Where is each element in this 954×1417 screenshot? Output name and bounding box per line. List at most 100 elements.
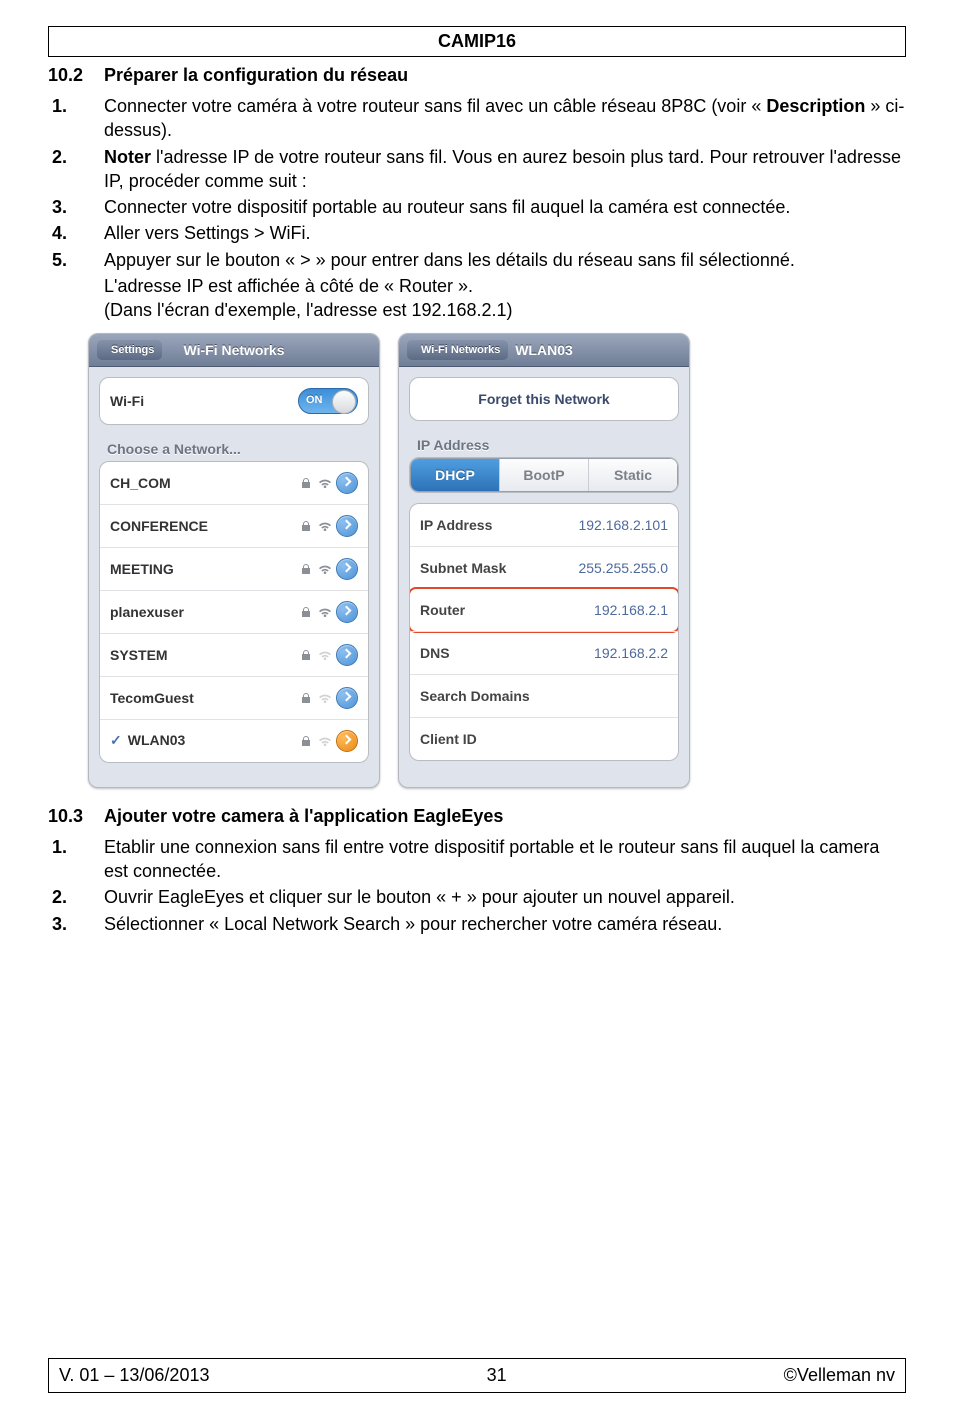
wifi-signal-icon (318, 692, 330, 704)
section-title: Ajouter votre camera à l'application Eag… (104, 806, 503, 826)
wifi-signal-icon (318, 563, 330, 575)
step-item: 2.Ouvrir EagleEyes et cliquer sur le bou… (100, 885, 906, 909)
network-row[interactable]: planexuser (100, 590, 368, 633)
step-number: 2. (52, 885, 67, 909)
network-name: planexuser (110, 604, 184, 620)
choose-network-label: Choose a Network... (99, 435, 369, 461)
step-text: Aller vers Settings > WiFi. (104, 223, 311, 243)
screenshots-row: Settings Wi-Fi Networks Wi-Fi ON Choose … (88, 333, 906, 788)
network-detail-panel: Wi-Fi Networks WLAN03 Forget this Networ… (398, 333, 690, 788)
network-meta (300, 687, 358, 709)
network-row[interactable]: WLAN03 (100, 719, 368, 762)
step-text: Noter l'adresse IP de votre routeur sans… (104, 147, 901, 191)
disclosure-icon[interactable] (336, 644, 358, 666)
lock-icon (300, 692, 312, 704)
step-item: 1.Etablir une connexion sans fil entre v… (100, 835, 906, 884)
search-domains-row: Search Domains (410, 674, 678, 717)
section-number: 10.3 (48, 806, 104, 827)
step-item: 4.Aller vers Settings > WiFi. (100, 221, 906, 245)
network-meta (300, 644, 358, 666)
section-10-3-heading: 10.3Ajouter votre camera à l'application… (48, 806, 906, 827)
wifi-toggle[interactable]: ON (298, 388, 358, 414)
wifi-networks-panel: Settings Wi-Fi Networks Wi-Fi ON Choose … (88, 333, 380, 788)
wifi-signal-icon (318, 735, 330, 747)
step-number: 5. (52, 248, 67, 272)
router-note-line1: L'adresse IP est affichée à côté de « Ro… (104, 274, 906, 298)
disclosure-icon[interactable] (336, 472, 358, 494)
ip-address-row: IP Address 192.168.2.101 (410, 504, 678, 546)
wifi-label: Wi-Fi (110, 393, 144, 409)
network-name: CH_COM (110, 475, 171, 491)
step-number: 3. (52, 195, 67, 219)
tab-static[interactable]: Static (588, 459, 677, 491)
forget-network-button[interactable]: Forget this Network (410, 378, 678, 420)
wifi-toggle-row: Wi-Fi ON (100, 378, 368, 424)
back-button-settings[interactable]: Settings (97, 340, 162, 360)
step-number: 3. (52, 912, 67, 936)
step-item: 2.Noter l'adresse IP de votre routeur sa… (100, 145, 906, 194)
disclosure-icon[interactable] (336, 730, 358, 752)
network-meta (300, 730, 358, 752)
lock-icon (300, 477, 312, 489)
step-number: 2. (52, 145, 67, 169)
footer-copyright: ©Velleman nv (784, 1365, 895, 1386)
network-meta (300, 558, 358, 580)
section-number: 10.2 (48, 65, 104, 86)
doc-title: CAMIP16 (48, 26, 906, 57)
step-text: Sélectionner « Local Network Search » po… (104, 914, 722, 934)
detail-panel-header: Wi-Fi Networks WLAN03 (399, 334, 689, 367)
detail-panel-title: WLAN03 (515, 342, 573, 358)
step-text: Ouvrir EagleEyes et cliquer sur le bouto… (104, 887, 735, 907)
lock-icon (300, 735, 312, 747)
disclosure-icon[interactable] (336, 601, 358, 623)
network-list: CH_COM CONFERENCE MEETING planexuser SYSTEM T… (99, 461, 369, 763)
back-button-wifi[interactable]: Wi-Fi Networks (407, 340, 508, 360)
step-item: 1.Connecter votre caméra à votre routeur… (100, 94, 906, 143)
network-name: TecomGuest (110, 690, 194, 706)
tab-bootp[interactable]: BootP (499, 459, 588, 491)
network-row[interactable]: CH_COM (100, 462, 368, 504)
client-id-row: Client ID (410, 717, 678, 760)
network-meta (300, 515, 358, 537)
router-row: Router 192.168.2.1 (409, 587, 679, 633)
step-item: 3.Connecter votre dispositif portable au… (100, 195, 906, 219)
ip-mode-segmented-control[interactable]: DHCP BootP Static (410, 458, 678, 492)
network-row[interactable]: TecomGuest (100, 676, 368, 719)
network-row[interactable]: MEETING (100, 547, 368, 590)
footer-version: V. 01 – 13/06/2013 (59, 1365, 209, 1386)
lock-icon (300, 563, 312, 575)
wifi-signal-icon (318, 477, 330, 489)
network-row[interactable]: SYSTEM (100, 633, 368, 676)
section-10-2-heading: 10.2Préparer la configuration du réseau (48, 65, 906, 86)
wifi-panel-header: Settings Wi-Fi Networks (89, 334, 379, 367)
dns-row: DNS 192.168.2.2 (410, 631, 678, 674)
steps-list-10-3: 1.Etablir une connexion sans fil entre v… (48, 835, 906, 936)
lock-icon (300, 649, 312, 661)
disclosure-icon[interactable] (336, 558, 358, 580)
wifi-signal-icon (318, 520, 330, 532)
wifi-panel-title: Wi-Fi Networks (184, 342, 285, 358)
lock-icon (300, 606, 312, 618)
step-number: 1. (52, 94, 67, 118)
disclosure-icon[interactable] (336, 687, 358, 709)
network-meta (300, 472, 358, 494)
step-text: Appuyer sur le bouton « > » pour entrer … (104, 250, 795, 270)
step-item: 3.Sélectionner « Local Network Search » … (100, 912, 906, 936)
network-name: CONFERENCE (110, 518, 208, 534)
network-name: MEETING (110, 561, 174, 577)
steps-list-10-2: 1.Connecter votre caméra à votre routeur… (48, 94, 906, 272)
network-row[interactable]: CONFERENCE (100, 504, 368, 547)
network-meta (300, 601, 358, 623)
router-note-line2: (Dans l'écran d'exemple, l'adresse est 1… (104, 298, 906, 322)
wifi-signal-icon (318, 649, 330, 661)
network-name: SYSTEM (110, 647, 168, 663)
tab-dhcp[interactable]: DHCP (411, 459, 499, 491)
step-text: Connecter votre dispositif portable au r… (104, 197, 790, 217)
wifi-signal-icon (318, 606, 330, 618)
page-footer: V. 01 – 13/06/2013 31 ©Velleman nv (48, 1358, 906, 1393)
disclosure-icon[interactable] (336, 515, 358, 537)
section-title: Préparer la configuration du réseau (104, 65, 408, 85)
step-number: 1. (52, 835, 67, 859)
footer-page-number: 31 (209, 1365, 783, 1386)
step-item: 5.Appuyer sur le bouton « > » pour entre… (100, 248, 906, 272)
